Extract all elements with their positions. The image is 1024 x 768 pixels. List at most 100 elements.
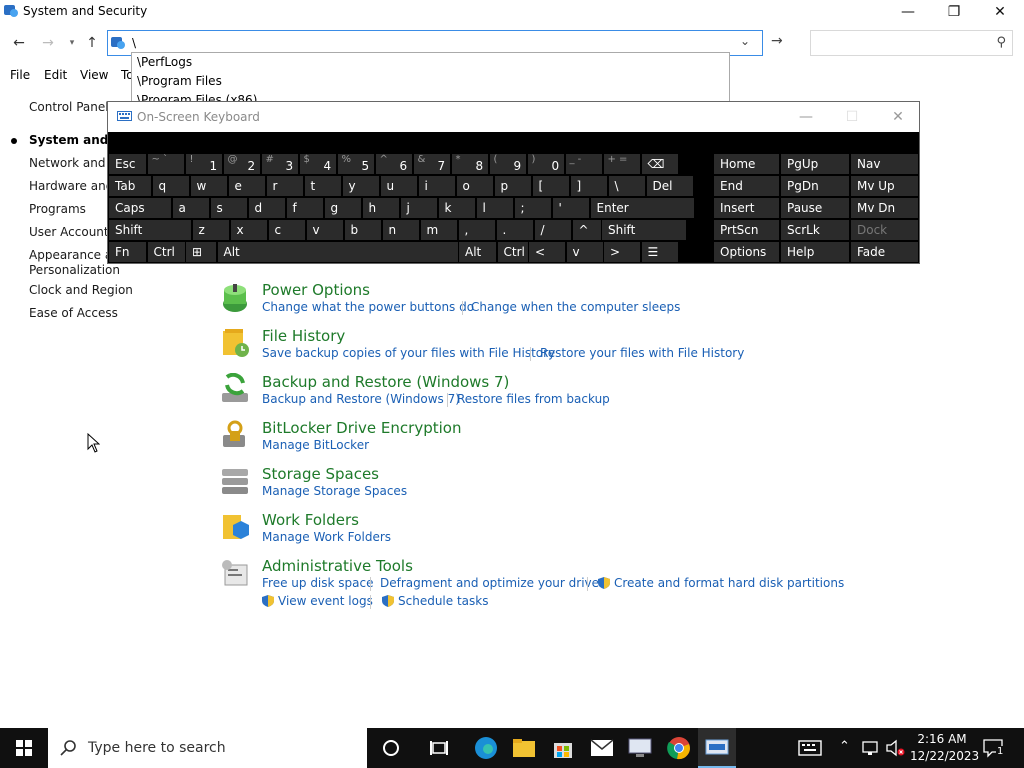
clock-date[interactable]: 12/22/2023: [910, 749, 979, 763]
osk-key[interactable]: & 7: [413, 154, 450, 174]
osk-key[interactable]: /: [534, 220, 571, 240]
osk-key[interactable]: Shift: [602, 220, 686, 240]
osk-key[interactable]: <: [529, 242, 565, 262]
osk-key[interactable]: l: [476, 198, 513, 218]
taskbar-search-box[interactable]: Type here to search: [48, 728, 367, 768]
osk-key[interactable]: Nav: [851, 154, 918, 174]
osk-key[interactable]: ;: [514, 198, 551, 218]
maximize-button[interactable]: ❐: [931, 0, 977, 24]
osk-key[interactable]: z: [192, 220, 229, 240]
osk-key[interactable]: ☰: [641, 242, 678, 262]
volume-muted-icon[interactable]: [885, 739, 905, 757]
clock-time[interactable]: 2:16 AM: [914, 732, 970, 746]
osk-key[interactable]: ⌫: [641, 154, 678, 174]
osk-key[interactable]: ': [552, 198, 589, 218]
osk-key[interactable]: ,: [458, 220, 495, 240]
category-title-power-options[interactable]: Power Options: [262, 281, 370, 299]
osk-key[interactable]: Shift: [109, 220, 191, 240]
osk-key[interactable]: .: [496, 220, 533, 240]
osk-key[interactable]: Ctrl: [147, 242, 185, 262]
osk-key[interactable]: Enter: [590, 198, 694, 218]
osk-key[interactable]: ]: [570, 176, 607, 196]
osk-key[interactable]: h: [362, 198, 399, 218]
osk-key[interactable]: m: [420, 220, 457, 240]
osk-key[interactable]: (9: [489, 154, 526, 174]
osk-close-button[interactable]: ✕: [875, 102, 921, 132]
osk-key[interactable]: s: [210, 198, 247, 218]
osk-key[interactable]: ScrLk: [781, 220, 849, 240]
osk-key[interactable]: Home: [714, 154, 779, 174]
osk-key[interactable]: k: [438, 198, 475, 218]
osk-key[interactable]: v: [566, 242, 603, 262]
osk-key[interactable]: Help: [781, 242, 849, 262]
network-icon[interactable]: [861, 739, 879, 757]
link-schedule-tasks[interactable]: Schedule tasks: [398, 594, 488, 608]
osk-key[interactable]: b: [344, 220, 381, 240]
osk-key[interactable]: [: [532, 176, 569, 196]
osk-key[interactable]: + =: [603, 154, 640, 174]
osk-key[interactable]: Alt: [217, 242, 458, 262]
leftnav-user-accounts[interactable]: User Accounts: [29, 225, 115, 239]
osk-key[interactable]: Fn: [109, 242, 146, 262]
menu-file[interactable]: File: [10, 68, 30, 82]
menu-edit[interactable]: Edit: [44, 68, 67, 82]
cortana-icon[interactable]: [372, 728, 410, 768]
osk-key[interactable]: Pause: [781, 198, 849, 218]
category-title-bitlocker[interactable]: BitLocker Drive Encryption: [262, 419, 461, 437]
close-button[interactable]: ✕: [977, 0, 1023, 24]
category-title-backup-restore[interactable]: Backup and Restore (Windows 7): [262, 373, 509, 391]
osk-key[interactable]: Mv Dn: [851, 198, 918, 218]
osk-minimize-button[interactable]: —: [783, 102, 829, 132]
osk-key[interactable]: u: [380, 176, 417, 196]
osk-key[interactable]: x: [230, 220, 267, 240]
osk-key[interactable]: g: [324, 198, 361, 218]
osk-key[interactable]: q: [152, 176, 189, 196]
forward-arrow-icon[interactable]: →: [38, 33, 58, 53]
osk-key[interactable]: ~ `: [147, 154, 184, 174]
leftnav-programs[interactable]: Programs: [29, 202, 86, 216]
osk-key[interactable]: t: [304, 176, 341, 196]
search-control-panel-input[interactable]: ⚲: [810, 30, 1013, 56]
leftnav-ease-of-access[interactable]: Ease of Access: [29, 306, 118, 320]
link-manage-bitlocker[interactable]: Manage BitLocker: [262, 438, 369, 452]
osk-key[interactable]: i: [418, 176, 455, 196]
show-hidden-icons-chevron-icon[interactable]: ⌃: [839, 739, 850, 754]
osk-key[interactable]: Insert: [714, 198, 779, 218]
osk-key[interactable]: Caps: [109, 198, 171, 218]
osk-key[interactable]: f: [286, 198, 323, 218]
address-input[interactable]: \: [132, 36, 136, 50]
osk-key[interactable]: PgUp: [781, 154, 849, 174]
category-title-file-history[interactable]: File History: [262, 327, 345, 345]
osk-key[interactable]: Del: [646, 176, 693, 196]
osk-key[interactable]: ) 0: [527, 154, 564, 174]
osk-key[interactable]: _ -: [565, 154, 602, 174]
autocomplete-item[interactable]: \Program Files: [137, 74, 222, 88]
osk-key[interactable]: c: [268, 220, 305, 240]
remote-desktop-icon[interactable]: [621, 728, 659, 768]
osk-key[interactable]: #3: [261, 154, 298, 174]
osk-key[interactable]: j: [400, 198, 437, 218]
osk-key[interactable]: o: [456, 176, 493, 196]
autocomplete-item[interactable]: \PerfLogs: [137, 55, 192, 69]
go-arrow-icon[interactable]: →: [771, 33, 783, 49]
osk-key[interactable]: Esc: [109, 154, 146, 174]
recent-locations-chevron-icon[interactable]: ▾: [62, 33, 82, 53]
up-arrow-icon[interactable]: ↑: [82, 33, 102, 53]
osk-key[interactable]: PrtScn: [714, 220, 779, 240]
osk-key[interactable]: $4: [299, 154, 336, 174]
osk-key[interactable]: n: [382, 220, 419, 240]
back-arrow-icon[interactable]: ←: [9, 33, 29, 53]
osk-key[interactable]: e: [228, 176, 265, 196]
osk-key[interactable]: r: [266, 176, 303, 196]
osk-key[interactable]: Fade: [851, 242, 918, 262]
osk-key[interactable]: d: [248, 198, 285, 218]
link-change-sleep[interactable]: Change when the computer sleeps: [471, 300, 680, 314]
link-manage-storage-spaces[interactable]: Manage Storage Spaces: [262, 484, 407, 498]
category-title-storage-spaces[interactable]: Storage Spaces: [262, 465, 379, 483]
task-view-icon[interactable]: [420, 728, 458, 768]
osk-title-bar[interactable]: On-Screen Keyboard — ☐ ✕: [108, 102, 919, 132]
osk-key[interactable]: p: [494, 176, 531, 196]
osk-key[interactable]: >: [604, 242, 640, 262]
chrome-icon[interactable]: [660, 728, 698, 768]
touch-keyboard-tray-icon[interactable]: [797, 738, 823, 758]
